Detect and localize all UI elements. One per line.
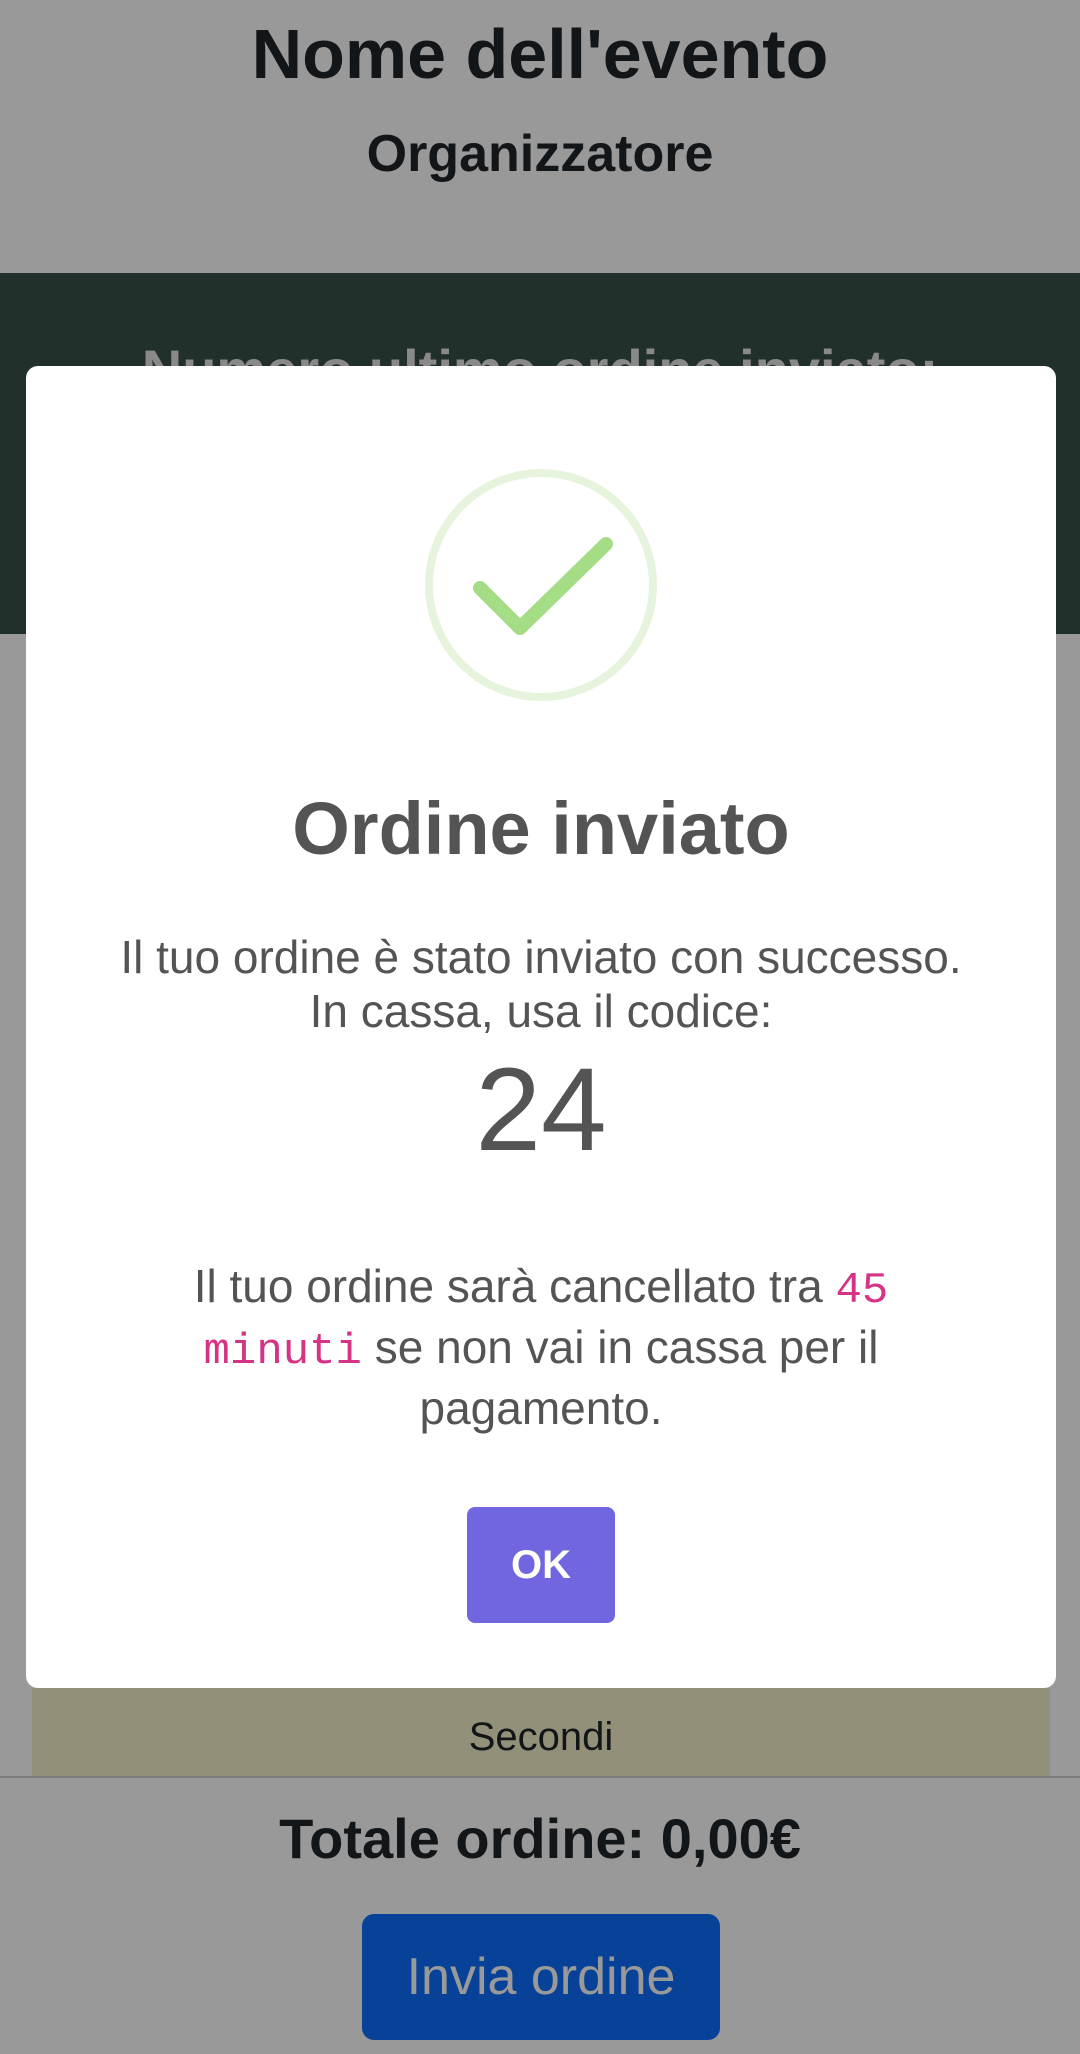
cancel-note-prefix: Il tuo ordine sarà cancellato tra [193,1260,836,1312]
ok-button[interactable]: OK [467,1507,615,1623]
order-code: 24 [475,1044,607,1176]
dialog-message-line2: In cassa, usa il codice: [309,985,773,1037]
check-circle-icon [424,468,658,702]
page: Nome dell'evento Organizzatore Numero ul… [0,0,1080,2054]
dialog-title: Ordine inviato [292,787,790,870]
dialog-message-line1: Il tuo ordine è stato inviato con succes… [120,931,962,983]
success-dialog: Ordine inviato Il tuo ordine è stato inv… [26,366,1056,1688]
cancel-note-suffix: se non vai in cassa per il pagamento. [361,1321,879,1434]
cancel-note: Il tuo ordine sarà cancellato tra 45 min… [186,1258,896,1436]
